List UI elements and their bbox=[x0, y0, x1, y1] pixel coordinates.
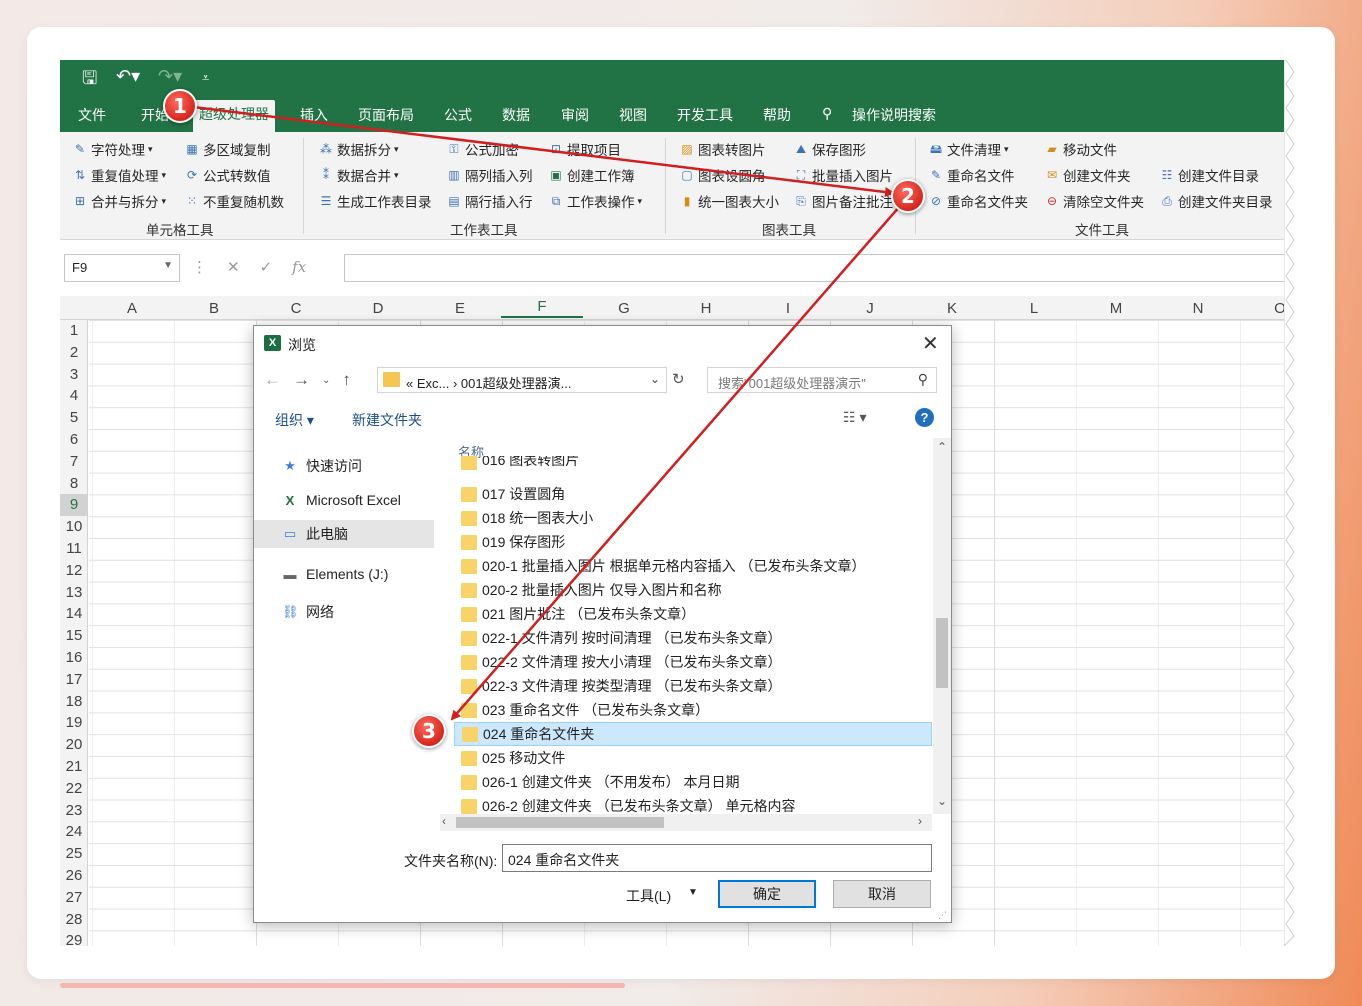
step-badge-3: 3 bbox=[412, 714, 446, 748]
arrow-1-to-2 bbox=[184, 104, 895, 197]
step-badge-2: 2 bbox=[891, 179, 925, 213]
annotation-arrows bbox=[184, 104, 901, 721]
progress-bar bbox=[60, 983, 625, 988]
step-badge-1: 1 bbox=[163, 89, 197, 123]
arrow-2-to-3 bbox=[450, 205, 901, 721]
